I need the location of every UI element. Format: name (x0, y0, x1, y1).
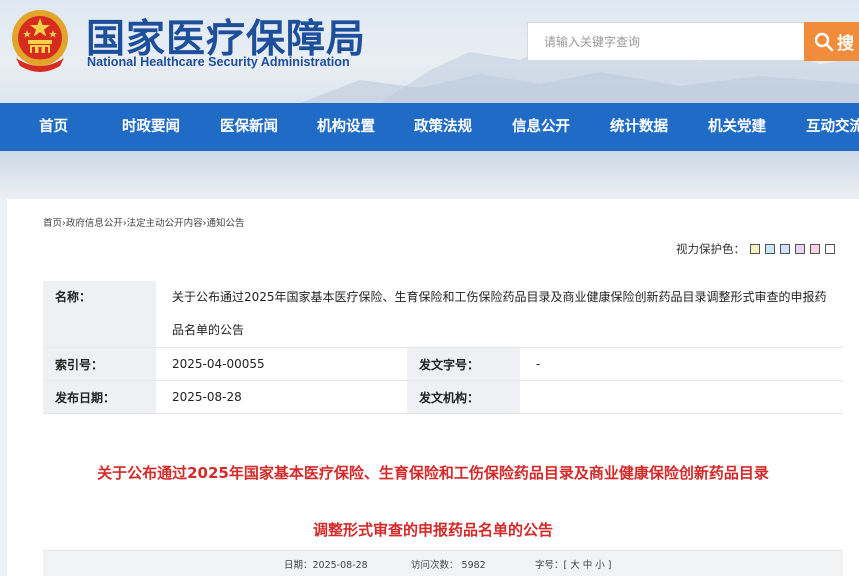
nav-item-interaction[interactable]: 互动交流 (806, 103, 859, 151)
nav-item-disclosure[interactable]: 信息公开 (512, 103, 570, 151)
vision-color-swatch[interactable] (825, 244, 835, 254)
main-nav: 首页 时政要闻 医保新闻 机构设置 政策法规 信息公开 统计数据 机关党建 互动… (0, 103, 859, 151)
breadcrumb-statutory[interactable]: 法定主动公开内容 (127, 218, 203, 229)
nav-item-home[interactable]: 首页 (39, 103, 68, 151)
nav-item-statistics[interactable]: 统计数据 (610, 103, 668, 151)
header-band (0, 151, 859, 201)
vision-color-swatch[interactable] (780, 244, 790, 254)
metadata-org-value (520, 380, 843, 414)
article-info-bar: 日期：2025-08-28 访问次数： 5982 字号：[ 大 中 小 ] (43, 550, 843, 576)
metadata-date-label: 发布日期： (43, 380, 156, 414)
metadata-org-label: 发文机构： (407, 380, 520, 414)
search-box (527, 22, 804, 61)
breadcrumb: 首页›政府信息公开›法定主动公开内容›通知公告 (43, 215, 245, 229)
metadata-row: 索引号： 2025-04-00055 发文字号： - (43, 347, 843, 381)
metadata-name-value: 关于公布通过2025年国家基本医疗保险、生育保险和工伤保险药品目录及商业健康保险… (156, 281, 843, 348)
nav-item-news[interactable]: 时政要闻 (122, 103, 180, 151)
metadata-index-value: 2025-04-00055 (156, 347, 407, 381)
magnifier-icon (814, 32, 834, 51)
article-title-line1: 关于公布通过2025年国家基本医疗保险、生育保险和工伤保险药品目录及商业健康保险… (97, 464, 769, 482)
site-header: 国家医疗保障局 National Healthcare Security Adm… (0, 0, 859, 103)
content-card: 首页›政府信息公开›法定主动公开内容›通知公告 视力保护色： 名称： 关于公布通… (7, 199, 859, 576)
metadata-date-value: 2025-08-28 (156, 380, 407, 414)
breadcrumb-gov-info[interactable]: 政府信息公开 (66, 218, 123, 229)
document-metadata-table: 名称： 关于公布通过2025年国家基本医疗保险、生育保险和工伤保险药品目录及商业… (43, 281, 843, 414)
vision-protection-label: 视力保护色： (676, 242, 745, 256)
site-logo-english[interactable]: National Healthcare Security Administrat… (87, 55, 350, 69)
vision-color-swatch[interactable] (810, 244, 820, 254)
vision-color-swatch[interactable] (750, 244, 760, 254)
metadata-name-label: 名称： (43, 281, 156, 348)
metadata-docno-label: 发文字号： (407, 347, 520, 381)
search-input[interactable] (528, 23, 804, 60)
nav-item-party[interactable]: 机关党建 (708, 103, 766, 151)
nav-item-policy[interactable]: 政策法规 (414, 103, 472, 151)
font-size-switcher[interactable]: 字号：[ 大 中 小 ] (535, 557, 612, 571)
metadata-row: 发布日期： 2025-08-28 发文机构： (43, 380, 843, 414)
article-view-count: 访问次数： 5982 (411, 560, 486, 571)
search-button[interactable]: 搜 (804, 22, 859, 61)
vision-color-swatch[interactable] (765, 244, 775, 254)
metadata-row: 名称： 关于公布通过2025年国家基本医疗保险、生育保险和工伤保险药品目录及商业… (43, 281, 843, 348)
article-title: 关于公布通过2025年国家基本医疗保险、生育保险和工伤保险药品目录及商业健康保险… (7, 445, 859, 559)
breadcrumb-notices[interactable]: 通知公告 (206, 218, 244, 229)
vision-protection-selector: 视力保护色： (676, 241, 835, 257)
metadata-docno-value: - (520, 347, 843, 381)
nav-item-healthcare-news[interactable]: 医保新闻 (220, 103, 278, 151)
breadcrumb-home[interactable]: 首页 (43, 218, 62, 229)
national-emblem-icon (12, 10, 68, 72)
article-date: 日期：2025-08-28 (284, 560, 368, 571)
metadata-index-label: 索引号： (43, 347, 156, 381)
nav-item-organization[interactable]: 机构设置 (317, 103, 375, 151)
vision-color-swatch[interactable] (795, 244, 805, 254)
search-button-label: 搜 (837, 34, 854, 54)
